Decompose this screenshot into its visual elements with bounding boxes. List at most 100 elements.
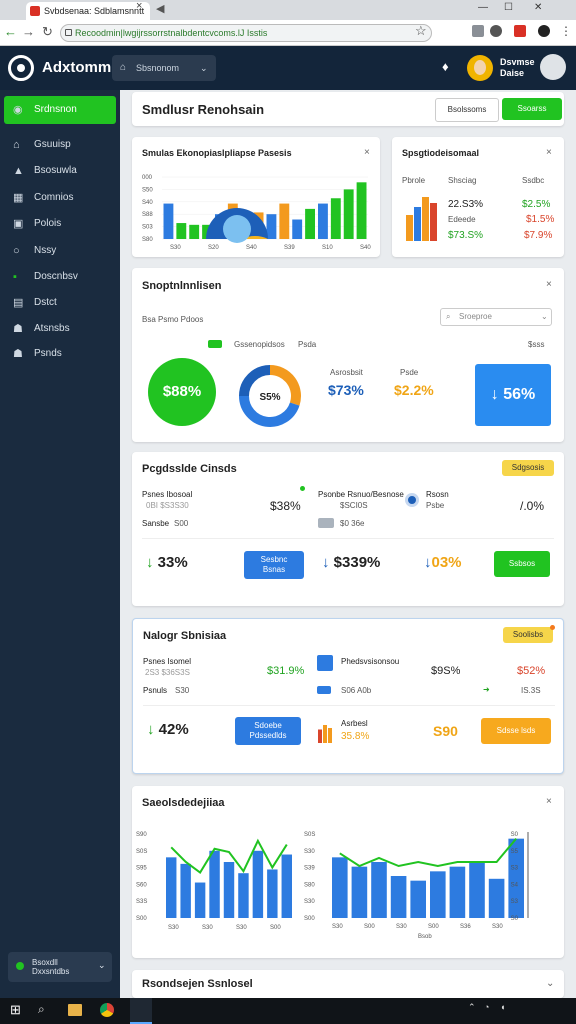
y-tick-label: S80 xyxy=(142,237,153,243)
chevron-down-icon[interactable]: ⌄ xyxy=(546,978,554,989)
app-title: Adxtommi xyxy=(42,59,116,76)
row-value: S00 xyxy=(174,519,189,528)
bar xyxy=(422,197,429,241)
extension-icon[interactable] xyxy=(472,25,484,37)
x-tick-label: S30 xyxy=(170,245,181,251)
bar xyxy=(323,725,327,743)
y-tick-label: S90 xyxy=(136,832,147,838)
sidebar-item-4[interactable]: ▦ Comnios xyxy=(4,187,116,209)
account-icon[interactable] xyxy=(538,25,550,37)
divider xyxy=(143,705,555,706)
primary-button[interactable]: Ssoarss xyxy=(502,98,562,120)
action-button[interactable]: Sdsse lsds xyxy=(481,718,551,744)
network-icon[interactable]: ◔ xyxy=(484,1002,489,1012)
bar xyxy=(281,854,292,918)
favicon-icon xyxy=(30,6,40,16)
bookmark-star-icon[interactable]: ☆ xyxy=(415,23,427,39)
col-header: Pbrole xyxy=(402,176,426,185)
sidebar-item-2[interactable]: ⌂ Gsuuisp xyxy=(4,134,116,156)
url-text: Recoodmin|lwgijrssorrstnalbdentcvcoms.lJ… xyxy=(75,28,268,38)
x-axis-label: Bsob xyxy=(418,934,432,940)
metric-label: Asrbesl xyxy=(341,719,368,728)
card-title: Smulas Ekonopiaslpliapse Pasesis xyxy=(142,148,292,158)
stat-value: Edeede xyxy=(448,215,476,224)
card-title: Spsgtiodeisomaal xyxy=(402,148,480,158)
forward-icon[interactable]: → xyxy=(22,24,35,39)
close-icon[interactable]: × xyxy=(546,279,552,290)
bar xyxy=(318,203,328,239)
kpi-tile[interactable]: ↓ 56% xyxy=(475,364,551,426)
kpi-number: 03% xyxy=(431,554,462,571)
chevron-down-icon: ⌄ xyxy=(541,312,548,321)
maximize-icon[interactable]: ☐ xyxy=(504,2,513,13)
action-button[interactable]: Ssbsos xyxy=(494,551,550,577)
kpi-value: ↓ $339% xyxy=(322,554,380,571)
close-icon[interactable]: × xyxy=(546,147,552,158)
secondary-button[interactable]: Bsolssoms xyxy=(435,98,499,122)
bar xyxy=(279,203,290,239)
status-badge: Soolisbs xyxy=(503,627,553,643)
sidebar-item-5[interactable]: ▣ Polois xyxy=(4,213,116,235)
home-icon: ⌂ xyxy=(13,139,20,151)
new-tab-icon[interactable]: ◀ xyxy=(156,2,164,15)
toggle-switch[interactable] xyxy=(208,340,222,348)
settings-avatar[interactable] xyxy=(540,54,566,80)
search-icon[interactable]: ⌕ xyxy=(38,1002,45,1017)
statistics-card: Saeolsdedejiiaa × S00 S3S S60 S95 S0S S90 S30 S… xyxy=(132,786,564,958)
sidebar-item-1[interactable]: ◉ Srdnsnon xyxy=(4,96,116,124)
workspace-select[interactable]: ⌂ Sbsnonom ⌄ xyxy=(112,55,216,81)
kpi-number: 33% xyxy=(157,554,188,571)
bar xyxy=(305,208,315,239)
y-tick-label-right: S4 xyxy=(511,882,519,888)
user-name[interactable]: Dsvmse Daise xyxy=(500,57,535,79)
kpi-value: ↓03% xyxy=(424,554,462,571)
minimize-icon[interactable]: — xyxy=(478,2,488,13)
bar xyxy=(252,850,264,918)
browser-tab[interactable]: Svbdsenaa: Sdblamsnntt xyxy=(26,2,150,20)
close-tab-icon[interactable]: × xyxy=(136,0,142,12)
tab-strip: Svbdsenaa: Sdblamsnntt × ◀ — ☐ ✕ xyxy=(0,0,576,20)
stat-change: $1.5% xyxy=(526,214,555,225)
chrome-icon[interactable] xyxy=(100,1003,114,1017)
grid-icon: ▤ xyxy=(13,297,24,309)
sidebar-item-7[interactable]: ▪ Doscnbsv xyxy=(4,266,116,288)
bar xyxy=(267,869,278,918)
x-tick-label: S40 xyxy=(246,245,257,251)
notification-bell-icon[interactable]: ♦ xyxy=(442,59,449,74)
reload-icon[interactable]: ↻ xyxy=(42,24,53,40)
y-tick-label: S60 xyxy=(136,882,147,888)
back-icon[interactable]: ← xyxy=(4,24,17,39)
close-icon[interactable]: × xyxy=(546,796,552,807)
action-button[interactable]: Sesbnc Bsnas xyxy=(244,551,304,579)
start-icon[interactable]: ⊞ xyxy=(10,1002,21,1018)
menu-dots-icon[interactable]: ⋮ xyxy=(560,24,572,38)
x-tick-label: S39 xyxy=(284,245,295,251)
sidebar-item-10[interactable]: ☗ Psnds xyxy=(4,343,116,365)
search-input[interactable]: ⌕ Sroeproe ⌄ xyxy=(440,308,552,326)
user-avatar[interactable] xyxy=(467,55,493,81)
volume-icon[interactable]: ◖ xyxy=(500,1002,505,1012)
active-app-icon[interactable] xyxy=(130,998,152,1024)
row-label: Sansbe xyxy=(142,519,170,528)
url-input[interactable]: Recoodmin|lwgijrssorrstnalbdentcvcoms.lJ… xyxy=(60,24,432,42)
row-label: Psonbe Rsnuo/Besnose xyxy=(318,490,404,499)
shield-extension-icon[interactable] xyxy=(514,25,526,37)
sidebar-item-9[interactable]: ☗ Atsnsbs xyxy=(4,318,116,340)
sidebar-footer[interactable]: Bsoxdll Dxxsntdbs ⌄ xyxy=(8,952,112,982)
close-window-icon[interactable]: ✕ xyxy=(534,2,542,13)
sidebar-item-label: Doscnbsv xyxy=(34,271,78,282)
sidebar-item-3[interactable]: ▲ Bsosuwla xyxy=(4,160,116,182)
filter-tag[interactable]: Psda xyxy=(298,340,316,349)
file-explorer-icon[interactable] xyxy=(68,1004,82,1016)
bar xyxy=(194,882,206,918)
folder-icon: ▣ xyxy=(13,218,24,230)
row-value: $52% xyxy=(517,665,546,677)
filter-chip[interactable]: Gssenopidsos xyxy=(234,340,285,349)
profile-icon[interactable] xyxy=(490,25,502,37)
sidebar-item-6[interactable]: ○ Nssy xyxy=(4,240,116,262)
tray-icon[interactable]: ⌃ xyxy=(468,1002,476,1013)
action-button[interactable]: Sdoebe Pdssedlds xyxy=(235,717,301,745)
arrow-down-icon: ↓ xyxy=(490,386,499,403)
sidebar-item-8[interactable]: ▤ Dstct xyxy=(4,292,116,314)
close-icon[interactable]: × xyxy=(364,147,370,158)
